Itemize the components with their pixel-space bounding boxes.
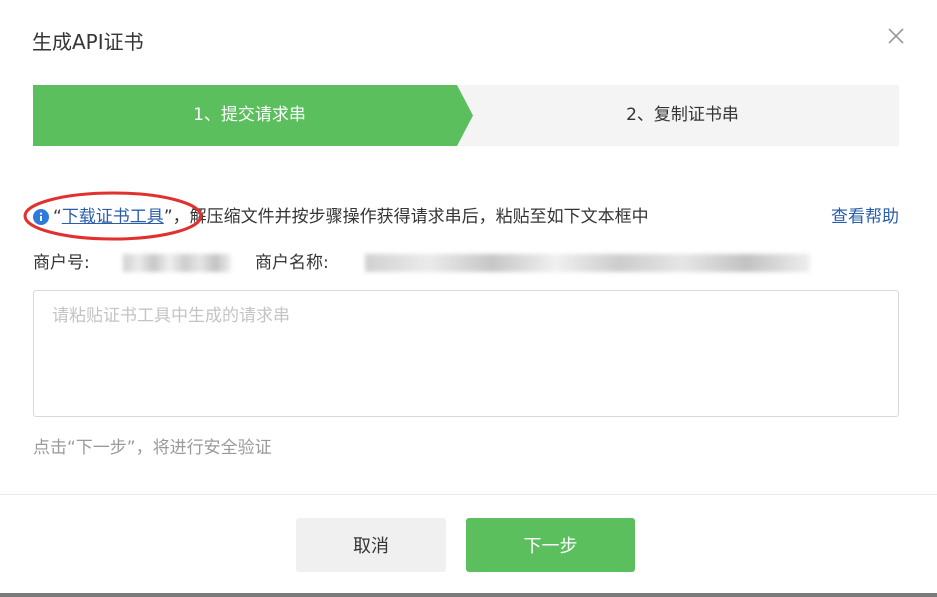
info-icon bbox=[33, 209, 49, 225]
window-bottom-edge bbox=[0, 593, 937, 597]
step-2-copy-certificate: 2、复制证书串 bbox=[626, 105, 739, 125]
merchant-id-label: 商户号: bbox=[33, 253, 90, 273]
instruction-rest: ”，解压缩文件并按步骤操作获得请求串后，粘贴至如下文本框中 bbox=[163, 207, 649, 227]
cancel-button[interactable]: 取消 bbox=[296, 518, 446, 572]
merchant-info-row: 商户号: 商户名称: bbox=[33, 250, 833, 276]
merchant-id-redacted bbox=[123, 254, 231, 272]
footer-divider bbox=[0, 494, 937, 495]
quote-open: “ bbox=[53, 207, 62, 227]
request-string-input[interactable] bbox=[33, 290, 899, 417]
merchant-name-label: 商户名称: bbox=[255, 253, 329, 273]
instruction-row: “下载证书工具”，解压缩文件并按步骤操作获得请求串后，粘贴至如下文本框中 查看帮… bbox=[33, 204, 899, 230]
merchant-name-redacted bbox=[365, 254, 810, 272]
api-certificate-dialog: 生成API证书 1、提交请求串 2、复制证书串 “下载证书工具”，解压缩文件并按… bbox=[0, 0, 937, 597]
dialog-title: 生成API证书 bbox=[32, 30, 144, 54]
next-step-button[interactable]: 下一步 bbox=[466, 518, 635, 572]
close-icon[interactable] bbox=[884, 24, 908, 48]
request-string-field-wrap bbox=[33, 290, 899, 417]
view-help-link[interactable]: 查看帮助 bbox=[831, 204, 899, 230]
download-cert-tool-link[interactable]: 下载证书工具 bbox=[62, 207, 164, 227]
step-indicator: 1、提交请求串 2、复制证书串 bbox=[33, 85, 899, 146]
security-hint: 点击“下一步”，将进行安全验证 bbox=[33, 438, 272, 458]
step-1-submit-request: 1、提交请求串 bbox=[193, 105, 306, 125]
instruction-text: “下载证书工具”，解压缩文件并按步骤操作获得请求串后，粘贴至如下文本框中 bbox=[53, 204, 649, 230]
